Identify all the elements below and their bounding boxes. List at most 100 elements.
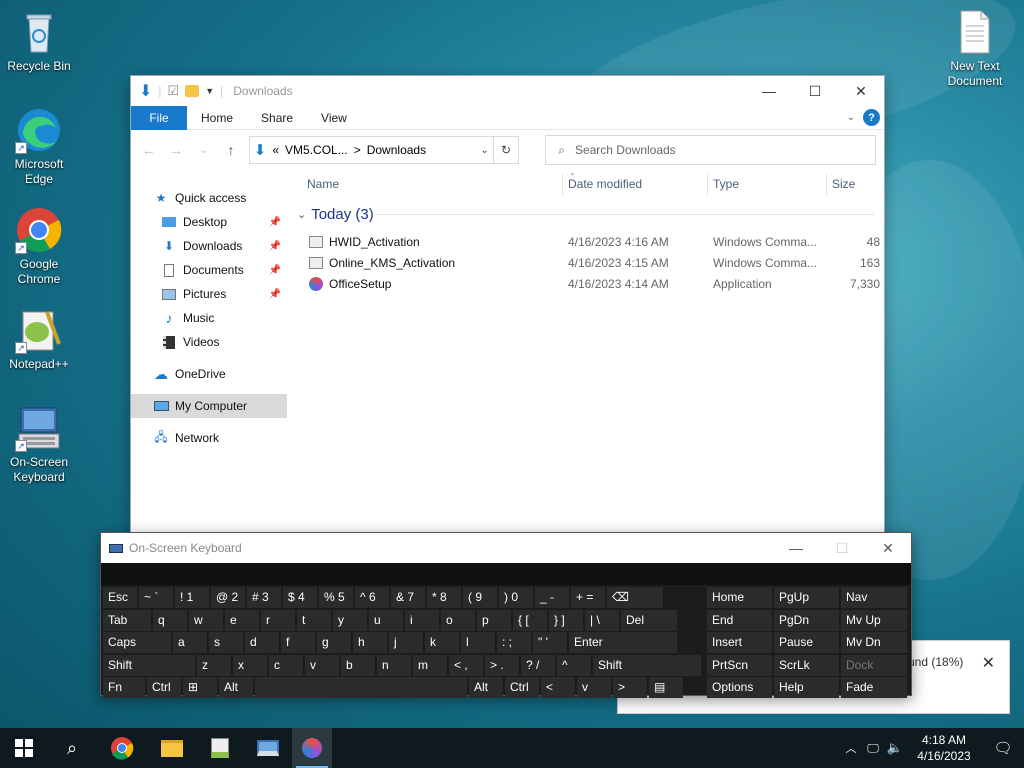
- breadcrumb-separator[interactable]: >: [354, 143, 361, 157]
- osk-key[interactable]: ⊞: [183, 677, 217, 698]
- nav-network[interactable]: 🖧 Network: [131, 426, 287, 450]
- show-hidden-icons-icon[interactable]: ︿: [840, 740, 862, 756]
- taskbar-office-setup[interactable]: [292, 728, 332, 768]
- osk-key[interactable]: s: [209, 632, 243, 653]
- file-row[interactable]: Online_KMS_Activation 4/16/2023 4:15 AM …: [297, 253, 884, 274]
- desktop-icon-chrome[interactable]: ↗ Google Chrome: [1, 206, 77, 287]
- tab-file[interactable]: File: [131, 105, 187, 130]
- osk-key[interactable]: p: [477, 609, 511, 631]
- osk-key[interactable]: v: [577, 677, 611, 698]
- osk-key[interactable]: : ;: [497, 632, 531, 653]
- osk-nav-key[interactable]: Options: [707, 677, 772, 698]
- osk-key[interactable]: _ -: [535, 587, 569, 608]
- osk-key[interactable]: v: [305, 654, 339, 676]
- osk-key[interactable]: Ctrl: [147, 677, 181, 698]
- osk-key[interactable]: z: [197, 654, 231, 676]
- close-button[interactable]: ✕: [838, 76, 884, 106]
- column-name[interactable]: Name: [307, 177, 339, 191]
- osk-key[interactable]: d: [245, 632, 279, 653]
- osk-titlebar[interactable]: On-Screen Keyboard — ☐ ✕: [101, 533, 911, 563]
- osk-key[interactable]: ? /: [521, 654, 555, 676]
- osk-nav-key[interactable]: Home: [707, 587, 772, 608]
- taskbar-file-explorer[interactable]: [148, 728, 196, 768]
- refresh-icon[interactable]: ↻: [493, 136, 520, 164]
- tab-share[interactable]: Share: [247, 106, 307, 130]
- osk-key[interactable]: o: [441, 609, 475, 631]
- expand-ribbon-icon[interactable]: ⌄: [847, 112, 855, 123]
- pin-icon[interactable]: 📌: [269, 217, 281, 228]
- osk-key[interactable]: [255, 677, 467, 698]
- close-icon[interactable]: ✕: [982, 653, 995, 673]
- osk-key[interactable]: Shift: [593, 654, 701, 676]
- osk-nav-key[interactable]: Help: [774, 677, 839, 698]
- column-type[interactable]: Type: [713, 177, 739, 191]
- osk-key[interactable]: x: [233, 654, 267, 676]
- nav-music[interactable]: ♪ Music: [131, 306, 287, 330]
- pin-icon[interactable]: 📌: [269, 289, 281, 300]
- osk-key[interactable]: ~ `: [139, 587, 173, 608]
- osk-key[interactable]: Tab: [103, 609, 151, 631]
- osk-key[interactable]: ! 1: [175, 587, 209, 608]
- breadcrumb-overflow[interactable]: «: [272, 143, 279, 157]
- breadcrumb-downloads[interactable]: Downloads: [367, 143, 426, 157]
- osk-key[interactable]: Ctrl: [505, 677, 539, 698]
- osk-key[interactable]: Caps: [103, 632, 171, 653]
- desktop-icon-edge[interactable]: ↗ Microsoft Edge: [1, 106, 77, 187]
- up-arrow-icon[interactable]: ↑: [221, 142, 240, 158]
- recent-locations-icon[interactable]: ⌄: [194, 145, 213, 156]
- new-folder-icon[interactable]: [185, 85, 200, 97]
- properties-icon[interactable]: ☑: [168, 83, 180, 99]
- osk-key[interactable]: ^: [557, 654, 591, 676]
- column-date-modified[interactable]: Date modified: [568, 177, 642, 191]
- osk-nav-key[interactable]: Insert: [707, 632, 772, 653]
- volume-icon[interactable]: 🔈: [884, 740, 906, 756]
- nav-videos[interactable]: Videos: [131, 330, 287, 354]
- osk-nav-key[interactable]: PgDn: [774, 609, 839, 631]
- osk-key[interactable]: < ,: [449, 654, 483, 676]
- minimize-button[interactable]: —: [746, 76, 792, 106]
- osk-nav-key[interactable]: End: [707, 609, 772, 631]
- osk-key[interactable]: <: [541, 677, 575, 698]
- osk-nav-key[interactable]: Fade: [841, 677, 907, 698]
- osk-key[interactable]: j: [389, 632, 423, 653]
- osk-key[interactable]: > .: [485, 654, 519, 676]
- network-icon[interactable]: 🖵: [862, 741, 884, 756]
- osk-key[interactable]: y: [333, 609, 367, 631]
- osk-key[interactable]: { [: [513, 609, 547, 631]
- search-input[interactable]: ⌕ Search Downloads: [545, 135, 877, 165]
- back-arrow-icon[interactable]: ←: [139, 142, 158, 158]
- osk-key[interactable]: % 5: [319, 587, 353, 608]
- osk-nav-key[interactable]: Mv Dn: [841, 632, 907, 653]
- taskbar-notepadpp[interactable]: [196, 728, 244, 768]
- osk-key[interactable]: & 7: [391, 587, 425, 608]
- osk-key[interactable]: ) 0: [499, 587, 533, 608]
- maximize-button[interactable]: ☐: [792, 76, 838, 106]
- start-button[interactable]: [0, 728, 48, 768]
- nav-documents[interactable]: Documents 📌: [131, 258, 287, 282]
- osk-nav-key[interactable]: Pause: [774, 632, 839, 653]
- customize-dropdown-icon[interactable]: ▼: [205, 86, 214, 96]
- osk-key[interactable]: >: [613, 677, 647, 698]
- nav-my-computer[interactable]: My Computer: [131, 394, 287, 418]
- desktop-icon-new-text-document[interactable]: New Text Document: [937, 8, 1013, 89]
- nav-pictures[interactable]: Pictures 📌: [131, 282, 287, 306]
- tab-view[interactable]: View: [307, 106, 361, 130]
- nav-quick-access[interactable]: ★ Quick access: [131, 186, 287, 210]
- osk-key[interactable]: Esc: [103, 587, 137, 608]
- osk-key[interactable]: n: [377, 654, 411, 676]
- osk-key[interactable]: | \: [585, 609, 619, 631]
- osk-key[interactable]: " ': [533, 632, 567, 653]
- desktop-icon-osk[interactable]: ↗ On-Screen Keyboard: [1, 404, 77, 485]
- search-button[interactable]: ⌕: [48, 728, 96, 768]
- nav-desktop[interactable]: Desktop 📌: [131, 210, 287, 234]
- group-header[interactable]: ⌄ Today (3): [297, 202, 884, 226]
- file-row[interactable]: HWID_Activation 4/16/2023 4:16 AM Window…: [297, 232, 884, 253]
- clock[interactable]: 4:18 AM 4/16/2023: [906, 732, 982, 764]
- minimize-button[interactable]: —: [773, 533, 819, 563]
- close-button[interactable]: ✕: [865, 533, 911, 563]
- osk-key[interactable]: ^ 6: [355, 587, 389, 608]
- osk-key[interactable]: g: [317, 632, 351, 653]
- nav-downloads[interactable]: ⬇ Downloads 📌: [131, 234, 287, 258]
- help-icon[interactable]: ?: [863, 109, 880, 126]
- osk-key[interactable]: ( 9: [463, 587, 497, 608]
